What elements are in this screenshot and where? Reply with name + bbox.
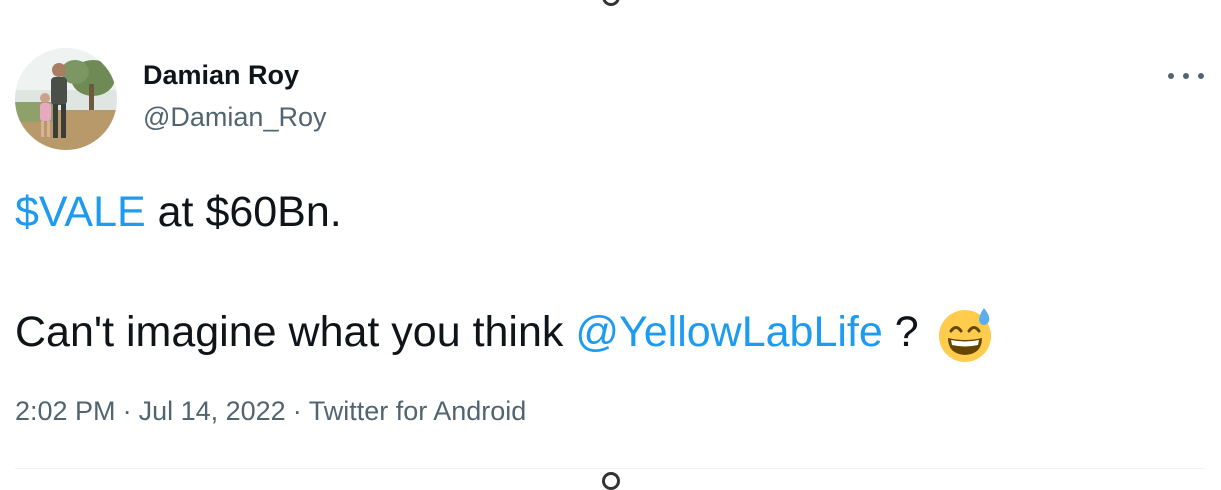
tweet-time[interactable]: 2:02 PM [15,396,116,426]
author-handle[interactable]: @Damian_Roy [143,102,326,133]
mention-link[interactable]: @YellowLabLife [575,308,882,356]
tweet-text-line-1: $VALE at $60Bn. [15,188,342,237]
divider [15,468,1205,469]
author-display-name[interactable]: Damian Roy [143,60,299,91]
more-horizontal-icon [1183,73,1189,79]
more-horizontal-icon [1198,73,1204,79]
loading-indicator-bottom [602,472,620,490]
tweet-text: Can't imagine what you think [15,308,576,356]
cashtag-link[interactable]: $VALE [15,188,146,236]
more-horizontal-icon [1168,73,1174,79]
grinning-face-with-sweat-icon [938,308,991,362]
tweet-text: at $60Bn. [145,188,342,236]
loading-indicator-top [602,0,620,6]
tweet-metadata: 2:02 PM · Jul 14, 2022 · Twitter for Android [15,396,526,427]
tweet-source[interactable]: Twitter for Android [309,396,527,426]
separator: · [122,396,132,426]
tweet-text-line-2: Can't imagine what you think @YellowLabL… [15,304,995,364]
more-options-button[interactable] [1168,62,1204,90]
avatar[interactable] [15,48,117,150]
avatar-photo [15,48,117,150]
tweet-date[interactable]: Jul 14, 2022 [139,396,286,426]
separator: · [292,396,302,426]
tweet-text: ? [882,308,931,356]
